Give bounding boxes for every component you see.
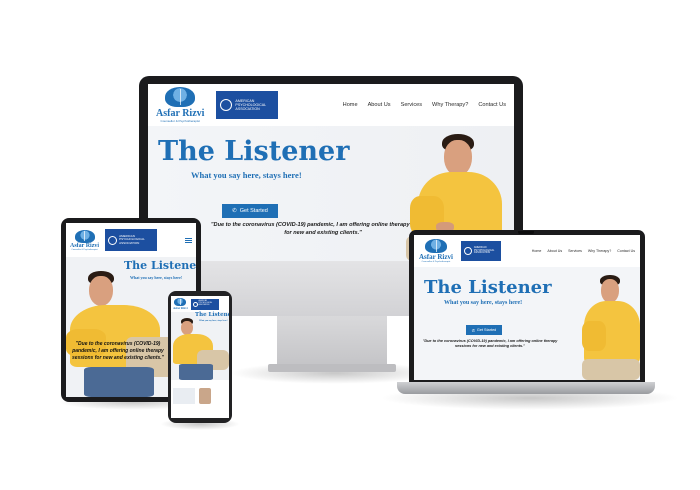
hamburger-icon[interactable]	[185, 237, 192, 244]
nav-why-therapy[interactable]: Why Therapy?	[432, 102, 468, 108]
phone-logo-name: Asfar Rizvi	[173, 306, 188, 310]
laptop-get-started-button[interactable]: ✆ Get Started	[466, 325, 502, 335]
laptop-hero-title: The Listener	[424, 277, 552, 298]
nav-services[interactable]: Services	[568, 249, 582, 253]
laptop-get-started-label: Get Started	[476, 328, 497, 332]
apa-badge[interactable]: American Psychological Association	[216, 91, 279, 119]
laptop-hero-section: The Listener What you say here, stays he…	[414, 267, 640, 380]
laptop-logo-name: Asfar Rizvi	[419, 253, 453, 261]
brain-icon	[424, 239, 447, 253]
phone-icon: ✆	[471, 328, 475, 333]
get-started-button[interactable]: ✆ Get Started	[222, 204, 278, 218]
site-header: Asfar Rizvi Counsellor & Psychotherapist…	[148, 84, 514, 126]
brain-icon	[74, 229, 95, 243]
phone-icon: ✆	[232, 208, 237, 214]
nav-services[interactable]: Services	[401, 102, 422, 108]
apa-seal-icon	[192, 301, 198, 307]
site-logo[interactable]: Asfar Rizvi Counsellor & Psychotherapist	[156, 87, 204, 123]
covid-notice: "Due to the coronavirus (COVID-19) pande…	[210, 222, 436, 236]
apa-seal-icon	[220, 99, 233, 111]
nav-home[interactable]: Home	[343, 102, 358, 108]
laptop-screen: Asfar Rizvi Counsellor & Psychotherapist…	[414, 235, 640, 380]
logo-subtitle: Counsellor & Psychotherapist	[160, 119, 200, 123]
tablet-apa-badge[interactable]: American Psychological Association	[105, 229, 158, 251]
main-nav: Home About Us Services Why Therapy? Cont…	[343, 102, 506, 108]
laptop-camera-notch	[518, 231, 534, 234]
phone-lower-section	[171, 380, 229, 418]
hero-title: The Listener	[158, 136, 350, 167]
laptop-covid-notice: "Due to the coronavirus (COVID-19) pande…	[422, 339, 558, 349]
monitor-foot	[268, 364, 396, 372]
phone-site-header: Asfar Rizvi American Psychological Assoc…	[171, 296, 229, 312]
device-mockup-scene: Asfar Rizvi Counsellor & Psychotherapist…	[0, 0, 700, 490]
laptop-site-logo[interactable]: Asfar Rizvi Counsellor & Psychotherapist	[419, 239, 453, 263]
phone-therapist-photo	[171, 316, 229, 380]
phone-thumb-box	[173, 388, 195, 404]
laptop-apa-text: American Psychological Association	[473, 245, 495, 255]
apa-seal-icon	[108, 235, 118, 245]
laptop-main-nav: Home About Us Services Why Therapy? Cont…	[532, 249, 635, 253]
phone-hero-section: The Listener What you say here, stays he…	[171, 312, 229, 380]
tablet-covid-notice: "Due to the coronavirus (COVID-19) pande…	[71, 341, 165, 361]
tablet-site-header: Asfar Rizvi Counsellor & Psychotherapist…	[66, 223, 196, 257]
laptop-base	[397, 382, 655, 394]
nav-contact-us[interactable]: Contact Us	[617, 249, 635, 253]
get-started-label: Get Started	[239, 208, 268, 214]
phone-apa-badge[interactable]: American Psychological Association	[190, 298, 219, 310]
nav-why-therapy[interactable]: Why Therapy?	[588, 249, 611, 253]
phone-screen: Asfar Rizvi American Psychological Assoc…	[171, 296, 229, 418]
tablet-apa-text: American Psychological Association	[119, 233, 145, 245]
logo-name: Asfar Rizvi	[156, 108, 205, 119]
monitor-stand	[277, 316, 387, 368]
nav-home[interactable]: Home	[532, 249, 542, 253]
laptop-therapist-photo	[582, 269, 640, 380]
phone-thumb-photo	[199, 388, 211, 404]
hero-subtitle: What you say here, stays here!	[191, 170, 302, 180]
apa-text: American Psychological Association	[235, 98, 267, 112]
nav-contact-us[interactable]: Contact Us	[478, 102, 506, 108]
phone-apa-text: American Psychological Association	[198, 301, 213, 306]
phone-site-logo[interactable]: Asfar Rizvi	[173, 298, 188, 310]
laptop-apa-badge[interactable]: American Psychological Association	[460, 241, 501, 261]
laptop-hero-subtitle: What you say here, stays here!	[444, 300, 523, 306]
tablet-site-logo[interactable]: Asfar Rizvi Counsellor & Psychotherapist	[70, 229, 99, 251]
tablet-logo-subtitle: Counsellor & Psychotherapist	[71, 248, 98, 251]
nav-about-us[interactable]: About Us	[547, 249, 562, 253]
brain-icon	[165, 87, 196, 107]
apa-seal-icon	[463, 247, 472, 255]
nav-about-us[interactable]: About Us	[368, 102, 391, 108]
laptop-site-header: Asfar Rizvi Counsellor & Psychotherapist…	[414, 235, 640, 267]
brain-icon	[174, 298, 187, 306]
laptop-logo-subtitle: Counsellor & Psychotherapist	[421, 261, 451, 263]
